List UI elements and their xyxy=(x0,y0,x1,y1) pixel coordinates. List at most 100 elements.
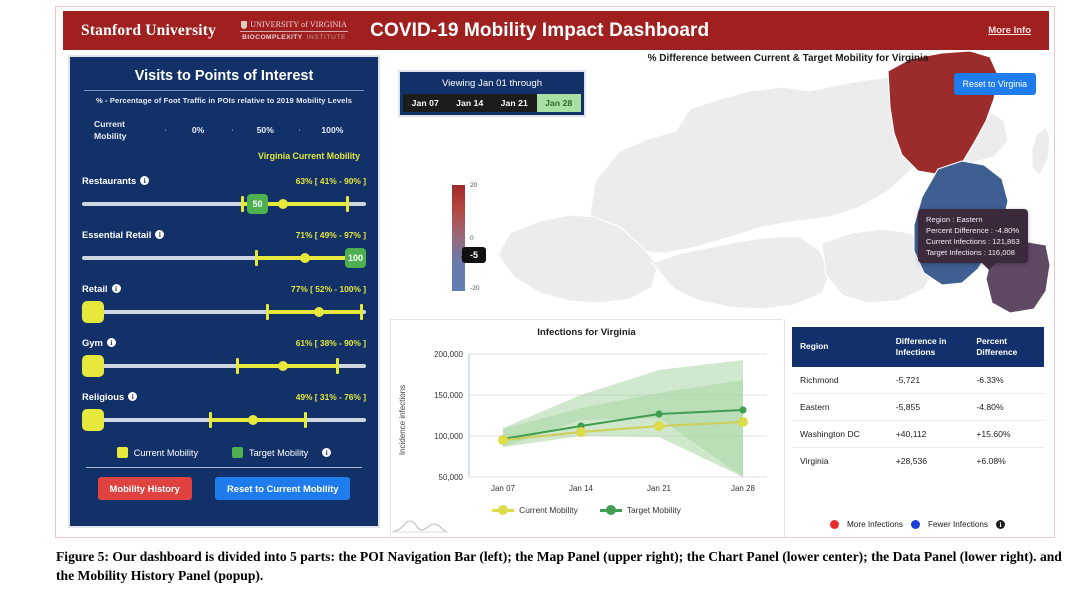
table-row[interactable]: Virginia +28,536 +6.08% xyxy=(792,447,1044,474)
info-icon[interactable]: i xyxy=(106,338,116,347)
tooltip-target-infections: Target Infections : 116,008 xyxy=(926,248,1015,257)
column-header-difference[interactable]: Difference in Infections xyxy=(887,327,969,367)
cell-percent: +15.60% xyxy=(968,420,1044,448)
tooltip-percent-difference: Percent Difference : -4.80% xyxy=(926,226,1020,235)
cell-difference: +40,112 xyxy=(887,420,969,448)
uva-biocomplexity-text: BIOCOMPLEXITY xyxy=(242,34,303,41)
legend-label-more-infections: More Infections xyxy=(846,520,903,529)
chart-ytick-100000: 100,000 xyxy=(434,432,463,441)
slider-current-dot[interactable] xyxy=(278,199,288,209)
divider xyxy=(240,31,349,32)
column-header-region[interactable]: Region xyxy=(792,327,888,367)
info-icon[interactable]: i xyxy=(155,230,165,239)
slider-handle[interactable] xyxy=(82,301,104,323)
mobility-history-button[interactable]: Mobility History xyxy=(97,477,192,500)
chart-legend: Current Mobility Target Mobility xyxy=(391,505,782,515)
app-header: Stanford University UNIVERSITY of VIRGIN… xyxy=(63,11,1049,50)
slider-header: Gym i 61% [ 38% - 90% ] xyxy=(82,335,366,350)
date-tab-list: Jan 07 Jan 14 Jan 21 Jan 28 xyxy=(403,94,581,112)
slider-current-dot[interactable] xyxy=(278,361,288,371)
slider-label: Gym xyxy=(82,337,103,348)
colorbar-value-marker: -5 xyxy=(460,247,487,263)
poi-panel-title: Visits to Points of Interest xyxy=(134,68,314,84)
scale-tick-50: 50% xyxy=(231,125,299,135)
date-selector: Viewing Jan 01 through Jan 07 Jan 14 Jan… xyxy=(398,70,586,117)
region-difference-table: Region Difference in Infections Percent … xyxy=(792,327,1044,474)
slider-retail[interactable]: Retail i 77% [ 52% - 100% ] xyxy=(82,281,366,325)
table-row[interactable]: Eastern -5,855 -4.80% xyxy=(792,393,1044,421)
legend-label: Current Mobility xyxy=(133,447,199,458)
legend-target-mobility: Target Mobility xyxy=(232,447,308,458)
colorbar-gradient xyxy=(452,185,465,291)
cell-percent: -6.33% xyxy=(968,366,1044,394)
slider-track-area[interactable]: 100 xyxy=(82,245,366,271)
slider-value: 49% [ 31% - 76% ] xyxy=(295,391,366,402)
table-row[interactable]: Washington DC +40,112 +15.60% xyxy=(792,420,1044,448)
poi-panel-subtitle: % - Percentage of Foot Traffic in POIs r… xyxy=(95,96,353,105)
uva-wordmark: UNIVERSITY of VIRGINIA xyxy=(241,20,347,29)
slider-handle[interactable] xyxy=(82,355,104,377)
poi-button-row: Mobility History Reset to Current Mobili… xyxy=(82,477,366,500)
date-tab-jan-28[interactable]: Jan 28 xyxy=(536,94,581,112)
date-tab-jan-07[interactable]: Jan 07 xyxy=(403,94,448,112)
slider-track-area[interactable] xyxy=(82,353,366,379)
slider-label: Religious xyxy=(82,391,125,402)
info-icon[interactable]: i xyxy=(111,284,121,293)
info-icon[interactable]: i xyxy=(996,520,1006,529)
chart-legend-target-mobility[interactable]: Target Mobility xyxy=(599,505,681,515)
slider-track-area[interactable]: 50 xyxy=(82,191,366,217)
chart-y-axis-label: Incidence infections xyxy=(398,385,407,455)
reset-current-mobility-button[interactable]: Reset to Current Mobility xyxy=(214,477,351,500)
info-icon[interactable]: i xyxy=(140,176,150,185)
slider-current-dot[interactable] xyxy=(314,307,324,317)
slider-track-area[interactable] xyxy=(82,299,366,325)
slider-restaurants[interactable]: Restaurants i 63% [ 41% - 90% ] 50 xyxy=(82,173,366,217)
dashboard: Stanford University UNIVERSITY of VIRGIN… xyxy=(55,6,1055,538)
date-tab-jan-21[interactable]: Jan 21 xyxy=(492,94,537,112)
chart-title: Infections for Virginia xyxy=(537,327,636,338)
slider-current-dot[interactable] xyxy=(248,415,258,425)
slider-current-dot[interactable] xyxy=(300,253,310,263)
reset-to-virginia-button[interactable]: Reset to Virginia xyxy=(953,73,1036,95)
slider-tick-low xyxy=(209,412,212,428)
poi-navigation-bar: Visits to Points of Interest % - Percent… xyxy=(68,55,380,528)
more-info-link[interactable]: More Info xyxy=(988,25,1031,36)
chart-panel: Infections for Virginia Incidence infect… xyxy=(390,319,782,537)
slider-track-area[interactable] xyxy=(82,407,366,433)
chart-xtick-jan-21: Jan 21 xyxy=(647,484,672,493)
slider-tick-low xyxy=(255,250,258,266)
chart-legend-label: Current Mobility xyxy=(519,505,578,515)
scale-tick-100: 100% xyxy=(298,125,366,135)
slider-handle[interactable] xyxy=(82,409,104,431)
slider-tick-high xyxy=(304,412,307,428)
slider-label: Essential Retail xyxy=(82,229,152,240)
cell-percent: +6.08% xyxy=(976,455,1006,466)
table-row[interactable]: Richmond -5,721 -6.33% xyxy=(792,366,1044,394)
swatch-current-icon xyxy=(116,447,128,458)
column-header-percent[interactable]: Percent Difference xyxy=(968,327,1044,367)
map-tooltip: Region : Eastern Percent Difference : -4… xyxy=(918,209,1028,270)
slider-gym[interactable]: Gym i 61% [ 38% - 90% ] xyxy=(82,335,366,379)
chart-ytick-50000: 50,000 xyxy=(439,473,464,482)
cell-difference: -5,721 xyxy=(887,366,969,394)
slider-header: Restaurants i 63% [ 41% - 90% ] xyxy=(82,173,366,188)
slider-religious[interactable]: Religious i 49% [ 31% - 76% ] xyxy=(82,389,366,433)
data-panel: Region Difference in Infections Percent … xyxy=(784,319,1050,537)
scale-label-line1: Current xyxy=(94,118,126,129)
legend-label: Target Mobility xyxy=(249,447,309,458)
slider-target-badge[interactable]: 100 xyxy=(344,248,366,268)
chart-legend-current-mobility[interactable]: Current Mobility xyxy=(492,505,578,515)
colorbar-tick-mid: 0 xyxy=(470,235,474,242)
slider-tick-high xyxy=(360,304,363,320)
slider-essential-retail[interactable]: Essential Retail i 71% [ 49% - 97% ] 100 xyxy=(82,227,366,271)
date-tab-jan-14[interactable]: Jan 14 xyxy=(447,94,492,112)
infections-line-chart: Incidence infections 200,000 150,000 100… xyxy=(398,350,767,493)
line-marker-target-icon xyxy=(599,505,622,515)
cell-region: Washington DC xyxy=(792,420,888,448)
info-icon[interactable]: i xyxy=(128,392,138,401)
stanford-logo: Stanford University xyxy=(81,21,217,39)
virginia-current-mobility-label: Virginia Current Mobility xyxy=(258,151,360,161)
info-icon[interactable]: i xyxy=(322,448,332,457)
slider-target-badge[interactable]: 50 xyxy=(247,194,268,214)
colorbar-tick-bottom: -20 xyxy=(470,285,480,292)
